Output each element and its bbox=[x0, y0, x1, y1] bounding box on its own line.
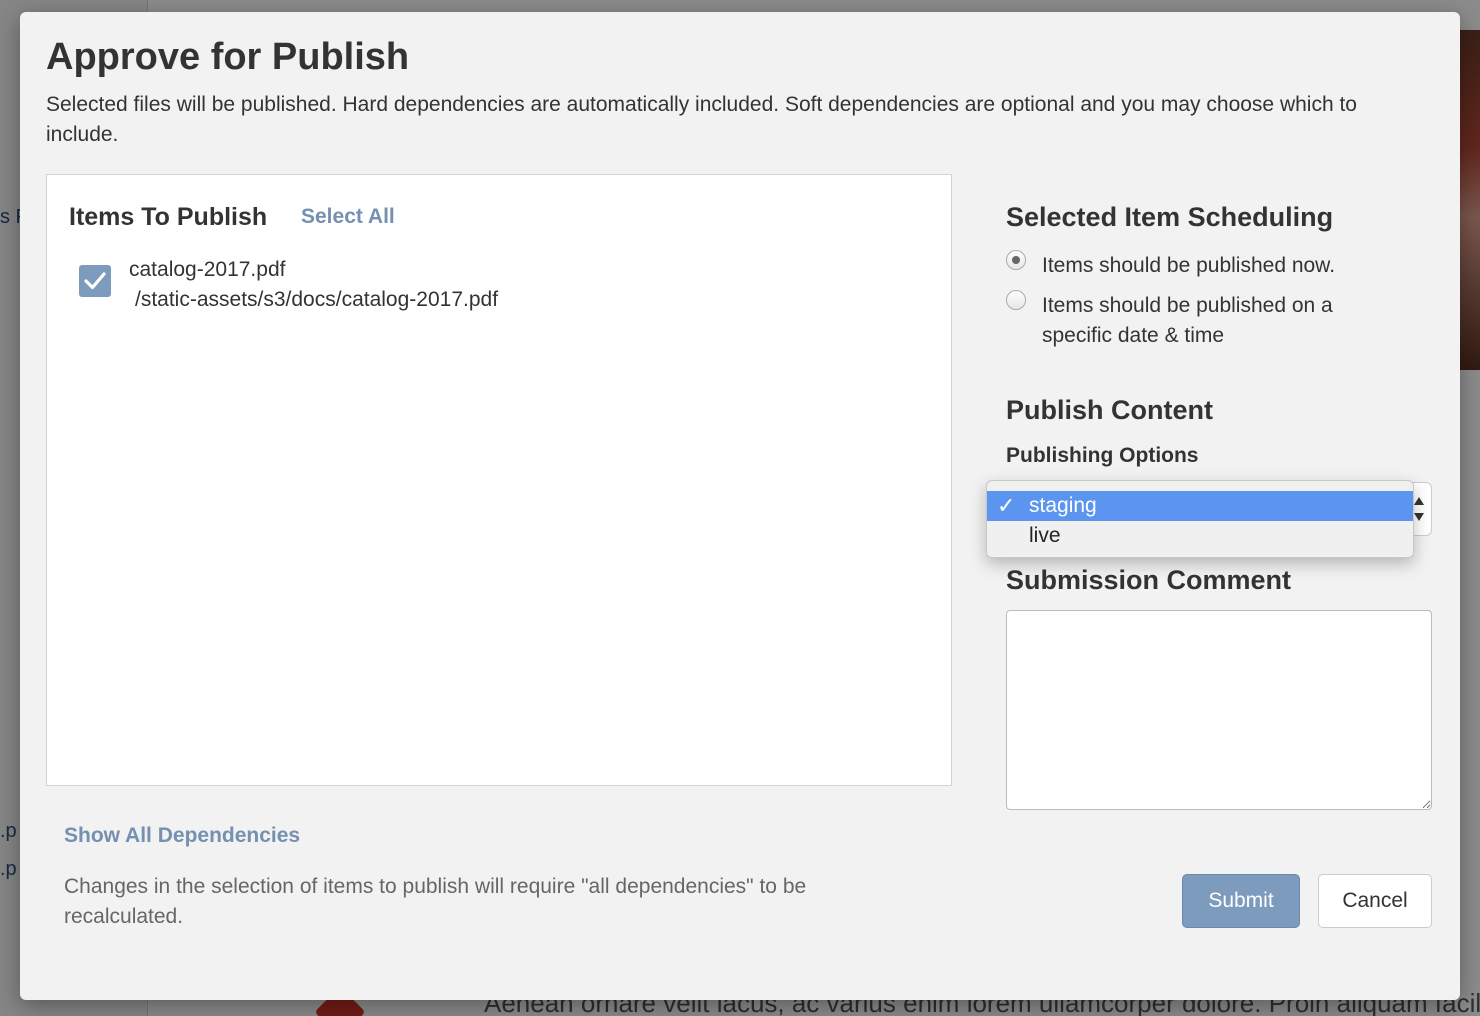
scheduling-heading: Selected Item Scheduling bbox=[1006, 202, 1334, 232]
submission-comment-textarea[interactable] bbox=[1006, 610, 1432, 810]
select-all-link[interactable]: Select All bbox=[301, 205, 395, 229]
item-name: catalog-2017.pdf bbox=[129, 258, 286, 281]
publish-scheduled-label[interactable]: Items should be published on a specific … bbox=[1042, 291, 1402, 351]
cancel-button[interactable]: Cancel bbox=[1318, 874, 1432, 928]
select-arrows-icon bbox=[1413, 497, 1425, 521]
dependencies-note: Changes in the selection of items to pub… bbox=[64, 875, 807, 928]
publishing-options-label: Publishing Options bbox=[1006, 444, 1199, 467]
dialog-title: Approve for Publish bbox=[46, 36, 410, 78]
publish-content-heading: Publish Content bbox=[1006, 395, 1213, 425]
item-path: /static-assets/s3/docs/catalog-2017.pdf bbox=[135, 288, 499, 311]
dropdown-option-label: staging bbox=[1029, 494, 1097, 517]
publish-now-radio[interactable] bbox=[1006, 250, 1026, 270]
checkmark-icon: ✓ bbox=[997, 493, 1016, 518]
dropdown-option-label: live bbox=[1029, 524, 1061, 547]
approve-publish-dialog: Approve for Publish Selected files will … bbox=[20, 12, 1460, 1000]
publishing-options-dropdown: ✓ staging live bbox=[986, 480, 1414, 558]
submission-comment-heading: Submission Comment bbox=[1006, 565, 1292, 595]
dropdown-option-staging[interactable]: ✓ staging bbox=[987, 491, 1413, 521]
submit-button[interactable]: Submit bbox=[1182, 874, 1300, 928]
items-heading: Items To Publish bbox=[69, 203, 268, 231]
items-to-publish-panel: Items To Publish Select All catalog-2017… bbox=[46, 174, 952, 786]
publish-now-label[interactable]: Items should be published now. bbox=[1042, 251, 1402, 281]
show-all-dependencies-link[interactable]: Show All Dependencies bbox=[64, 824, 300, 848]
dropdown-option-live[interactable]: live bbox=[987, 521, 1413, 551]
item-checkbox[interactable] bbox=[79, 265, 111, 297]
dialog-description: Selected files will be published. Hard d… bbox=[46, 93, 1357, 146]
publish-scheduled-radio[interactable] bbox=[1006, 290, 1026, 310]
checkmark-icon bbox=[84, 272, 106, 290]
